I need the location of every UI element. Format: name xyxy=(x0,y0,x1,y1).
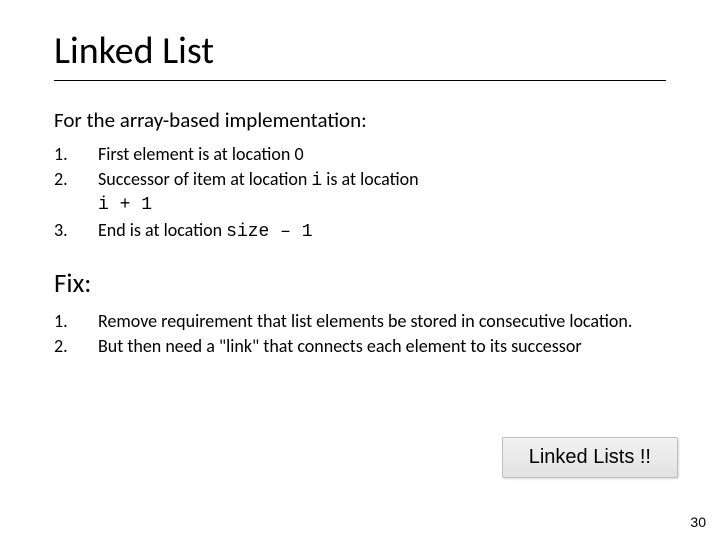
list-number: 1. xyxy=(54,143,98,168)
page-number: 30 xyxy=(690,514,706,530)
list-item: 1. Remove requirement that list elements… xyxy=(54,310,666,335)
text-span: is at location xyxy=(322,168,418,190)
array-impl-list: 1. First element is at location 0 2. Suc… xyxy=(54,143,666,245)
list-text: Remove requirement that list elements be… xyxy=(98,310,666,335)
slide: Linked List For the array-based implemen… xyxy=(0,0,720,540)
list-text: First element is at location 0 xyxy=(98,143,666,168)
list-number: 2. xyxy=(54,168,98,219)
fix-subhead: Fix: xyxy=(54,267,666,300)
text-span: Successor of item at location xyxy=(98,168,311,190)
list-item: 2. But then need a "link" that connects … xyxy=(54,335,666,360)
list-number: 2. xyxy=(54,335,98,360)
list-number: 1. xyxy=(54,310,98,335)
code-span: i + 1 xyxy=(98,195,152,215)
list-text: End is at location size – 1 xyxy=(98,219,666,246)
array-impl-subhead: For the array-based implementation: xyxy=(54,107,666,133)
list-item: 3. End is at location size – 1 xyxy=(54,219,666,246)
text-span: End is at location xyxy=(98,219,226,241)
fix-list: 1. Remove requirement that list elements… xyxy=(54,310,666,359)
list-item: 2. Successor of item at location i is at… xyxy=(54,168,666,219)
page-title: Linked List xyxy=(54,28,666,74)
linked-lists-callout: Linked Lists !! xyxy=(502,437,678,478)
list-number: 3. xyxy=(54,219,98,246)
list-text: But then need a "link" that connects eac… xyxy=(98,335,666,360)
list-text: Successor of item at location i is at lo… xyxy=(98,168,666,219)
code-span: i xyxy=(311,171,322,191)
list-item: 1. First element is at location 0 xyxy=(54,143,666,168)
title-rule xyxy=(54,80,666,81)
code-span: size – 1 xyxy=(226,222,312,242)
